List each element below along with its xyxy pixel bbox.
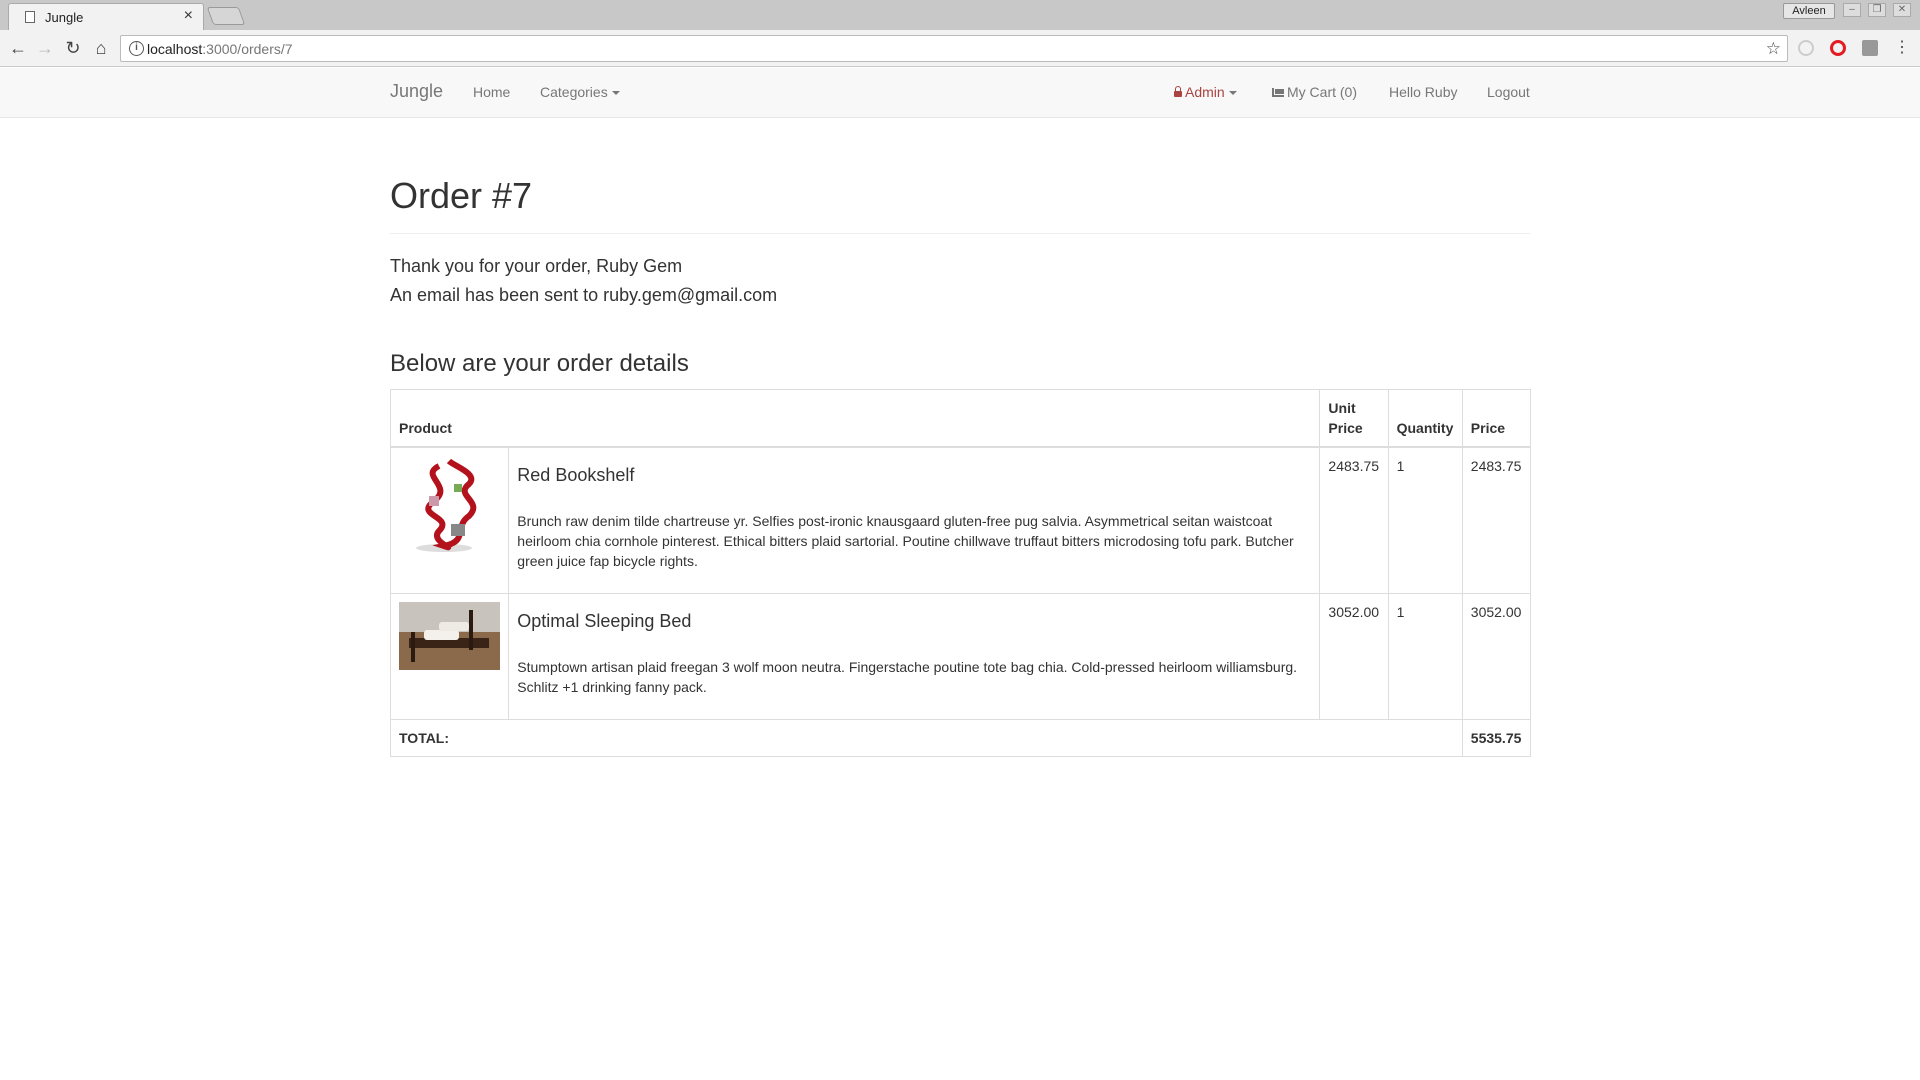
new-tab-button[interactable] xyxy=(206,7,246,25)
header-quantity: Quantity xyxy=(1387,389,1463,448)
page-icon xyxy=(25,11,35,23)
address-bar[interactable]: i localhost:3000/orders/7 ☆ xyxy=(120,35,1788,62)
product-name[interactable]: Red Bookshelf xyxy=(517,465,1311,485)
extension-grid-icon[interactable] xyxy=(1862,40,1878,56)
forward-icon[interactable]: → xyxy=(33,36,57,60)
order-table: Product Unit Price Quantity Price Red Bo… xyxy=(389,389,1532,757)
table-row: Red Bookshelf Brunch raw denim tilde cha… xyxy=(389,446,1532,594)
product-description: Stumptown artisan plaid freegan 3 wolf m… xyxy=(517,658,1298,695)
total-label: TOTAL: xyxy=(390,718,1463,757)
lock-icon xyxy=(1174,86,1182,97)
quantity-cell: 1 xyxy=(1387,446,1463,594)
browser-menu-icon[interactable]: ⋮ xyxy=(1890,36,1914,60)
window-close-icon[interactable]: ✕ xyxy=(1893,3,1911,17)
product-image-cell xyxy=(389,592,510,720)
email-confirmation: An email has been sent to ruby.gem@gmail… xyxy=(390,285,778,305)
browser-tab[interactable]: Jungle × xyxy=(8,3,204,30)
nav-admin-dropdown[interactable]: Admin xyxy=(1174,84,1237,100)
tab-title: Jungle xyxy=(45,10,84,25)
nav-logout[interactable]: Logout xyxy=(1487,84,1530,100)
product-description: Brunch raw denim tilde chartreuse yr. Se… xyxy=(517,513,1294,569)
nav-cart[interactable]: My Cart (0) xyxy=(1272,84,1357,100)
red-bookshelf-image xyxy=(399,456,500,554)
bookmark-star-icon[interactable]: ☆ xyxy=(1766,39,1781,59)
price-cell: 2483.75 xyxy=(1461,446,1532,594)
total-row: TOTAL: 5535.75 xyxy=(390,718,1532,757)
extension-icon[interactable] xyxy=(1798,40,1814,56)
product-image-cell xyxy=(389,446,510,594)
order-details-heading: Below are your order details xyxy=(390,350,689,377)
browser-toolbar: ← → ↻ ⌂ i localhost:3000/orders/7 ☆ ⋮ xyxy=(0,30,1920,67)
header-product: Product xyxy=(389,389,1321,448)
table-row: Optimal Sleeping Bed Stumptown artisan p… xyxy=(389,592,1532,720)
url-text: localhost:3000/orders/7 xyxy=(147,41,293,57)
opera-extension-icon[interactable] xyxy=(1830,40,1846,56)
site-navbar: Jungle Home Categories Admin My Cart (0)… xyxy=(0,68,1920,118)
unit-price-cell: 3052.00 xyxy=(1319,592,1389,720)
info-icon[interactable]: i xyxy=(129,41,144,56)
close-tab-icon[interactable]: × xyxy=(184,7,193,25)
optimal-sleeping-bed-image xyxy=(399,601,500,670)
home-icon[interactable]: ⌂ xyxy=(89,36,113,60)
minimize-icon[interactable]: – xyxy=(1843,3,1861,17)
nav-categories-dropdown[interactable]: Categories xyxy=(540,84,620,100)
unit-price-cell: 2483.75 xyxy=(1319,446,1389,594)
browser-tabstrip: Jungle × Avleen – ❐ ✕ xyxy=(0,0,1920,30)
header-unit-price: Unit Price xyxy=(1319,389,1389,448)
total-value: 5535.75 xyxy=(1461,718,1532,757)
caret-down-icon xyxy=(611,91,620,96)
reload-icon[interactable]: ↻ xyxy=(61,36,85,60)
product-info-cell: Red Bookshelf Brunch raw denim tilde cha… xyxy=(508,446,1321,594)
main-content: Order #7 Thank you for your order, Ruby … xyxy=(389,118,1532,757)
restore-icon[interactable]: ❐ xyxy=(1868,3,1886,17)
thank-you-message: Thank you for your order, Ruby Gem xyxy=(390,256,683,276)
table-header-row: Product Unit Price Quantity Price xyxy=(389,389,1532,448)
profile-button[interactable]: Avleen xyxy=(1783,3,1835,19)
brand-link[interactable]: Jungle xyxy=(390,81,443,102)
product-info-cell: Optimal Sleeping Bed Stumptown artisan p… xyxy=(508,592,1321,720)
product-name[interactable]: Optimal Sleeping Bed xyxy=(517,611,1311,631)
nav-greeting[interactable]: Hello Ruby xyxy=(1389,84,1457,100)
caret-down-icon xyxy=(1228,91,1237,96)
nav-home[interactable]: Home xyxy=(473,84,510,100)
page-title: Order #7 xyxy=(390,175,1530,234)
cart-icon xyxy=(1272,88,1284,97)
quantity-cell: 1 xyxy=(1387,592,1463,720)
header-price: Price xyxy=(1461,389,1532,448)
back-icon[interactable]: ← xyxy=(6,36,30,60)
price-cell: 3052.00 xyxy=(1461,592,1532,720)
